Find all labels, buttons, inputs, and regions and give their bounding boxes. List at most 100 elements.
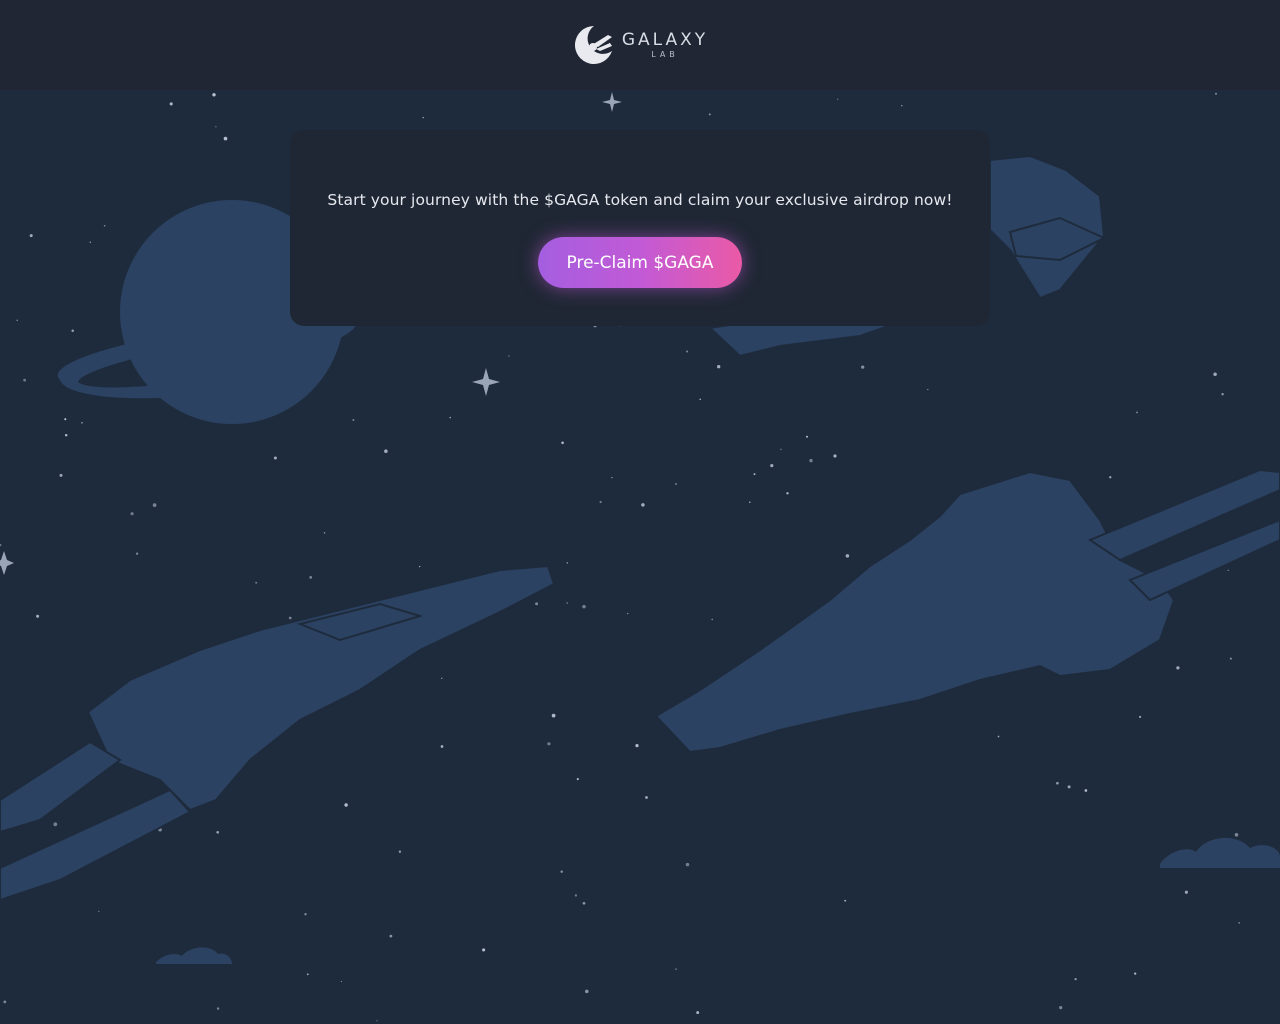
star [1213,372,1217,377]
star [53,822,58,827]
star [71,329,74,333]
star [1139,715,1142,718]
star [833,454,837,458]
star [1234,832,1239,837]
star [135,552,139,555]
star [344,803,348,807]
pre-claim-button[interactable]: Pre-Claim $GAGA [538,237,742,288]
star [16,319,18,321]
star [1176,666,1180,670]
star [440,677,443,680]
star [306,973,309,976]
star [64,418,67,421]
star [708,113,711,116]
star [398,850,402,853]
star [551,713,556,718]
star [352,418,355,422]
star [103,225,106,227]
star [389,934,393,938]
star [1059,1006,1063,1010]
star [376,1020,378,1022]
star [574,894,578,897]
star [223,136,228,141]
star [1084,789,1088,792]
star [255,581,258,584]
star [770,464,774,468]
spaceship-right-illustration [654,468,1280,754]
star [449,416,451,419]
star [675,968,677,970]
star [508,355,510,357]
star [64,433,68,437]
star [566,602,568,604]
logo-wordmark: GALAXY [621,29,709,50]
star [582,604,586,609]
clouds-illustration [156,837,1280,964]
star [1134,972,1137,975]
star [1067,785,1071,789]
galaxy-lab-logo[interactable]: GALAXY LAB [572,23,708,67]
star [861,365,865,369]
star [309,576,313,579]
star [749,501,751,503]
star [566,562,568,564]
star [696,1011,700,1015]
star [599,500,602,504]
star [675,483,677,485]
star [23,378,26,382]
star [809,458,813,463]
star [535,602,539,606]
star [36,614,40,618]
star [1229,657,1232,660]
logo-subtitle: LAB [651,49,679,59]
star [685,862,690,867]
galaxy-lab-moon-icon [574,25,612,64]
star [3,1000,7,1004]
star [1227,569,1229,572]
star [1184,890,1188,894]
star [780,448,782,451]
star [753,473,756,476]
star [152,503,157,507]
star [288,616,292,620]
star [59,473,63,477]
star [1109,476,1112,479]
star [806,435,808,438]
star [1214,92,1218,95]
star [626,612,629,615]
star [635,743,639,748]
star [89,241,92,243]
star [585,989,589,994]
star [169,102,173,106]
spaceship-left-illustration [0,564,556,902]
star [98,910,100,913]
star [440,745,444,748]
star [547,742,551,746]
star [1136,411,1138,414]
star [845,554,850,558]
star [29,234,33,238]
star [786,492,789,495]
airdrop-card: Start your journey with the $GAGA token … [290,130,990,326]
star [645,796,648,799]
star [901,104,903,107]
page: GALAXY LAB Start your journey with the $… [0,0,1280,1024]
star [561,441,564,445]
star [212,93,216,97]
logo-text: GALAXY LAB [621,29,709,59]
star [418,565,421,568]
star [340,980,343,983]
star [130,512,134,516]
star [844,899,847,902]
star [81,421,83,424]
star [1238,922,1241,924]
star [717,365,721,369]
star [273,456,277,460]
star [215,126,217,128]
airdrop-message: Start your journey with the $GAGA token … [327,191,953,209]
star [422,116,424,119]
star [0,543,2,547]
star [1056,781,1059,785]
star [927,388,929,391]
star [611,476,613,479]
